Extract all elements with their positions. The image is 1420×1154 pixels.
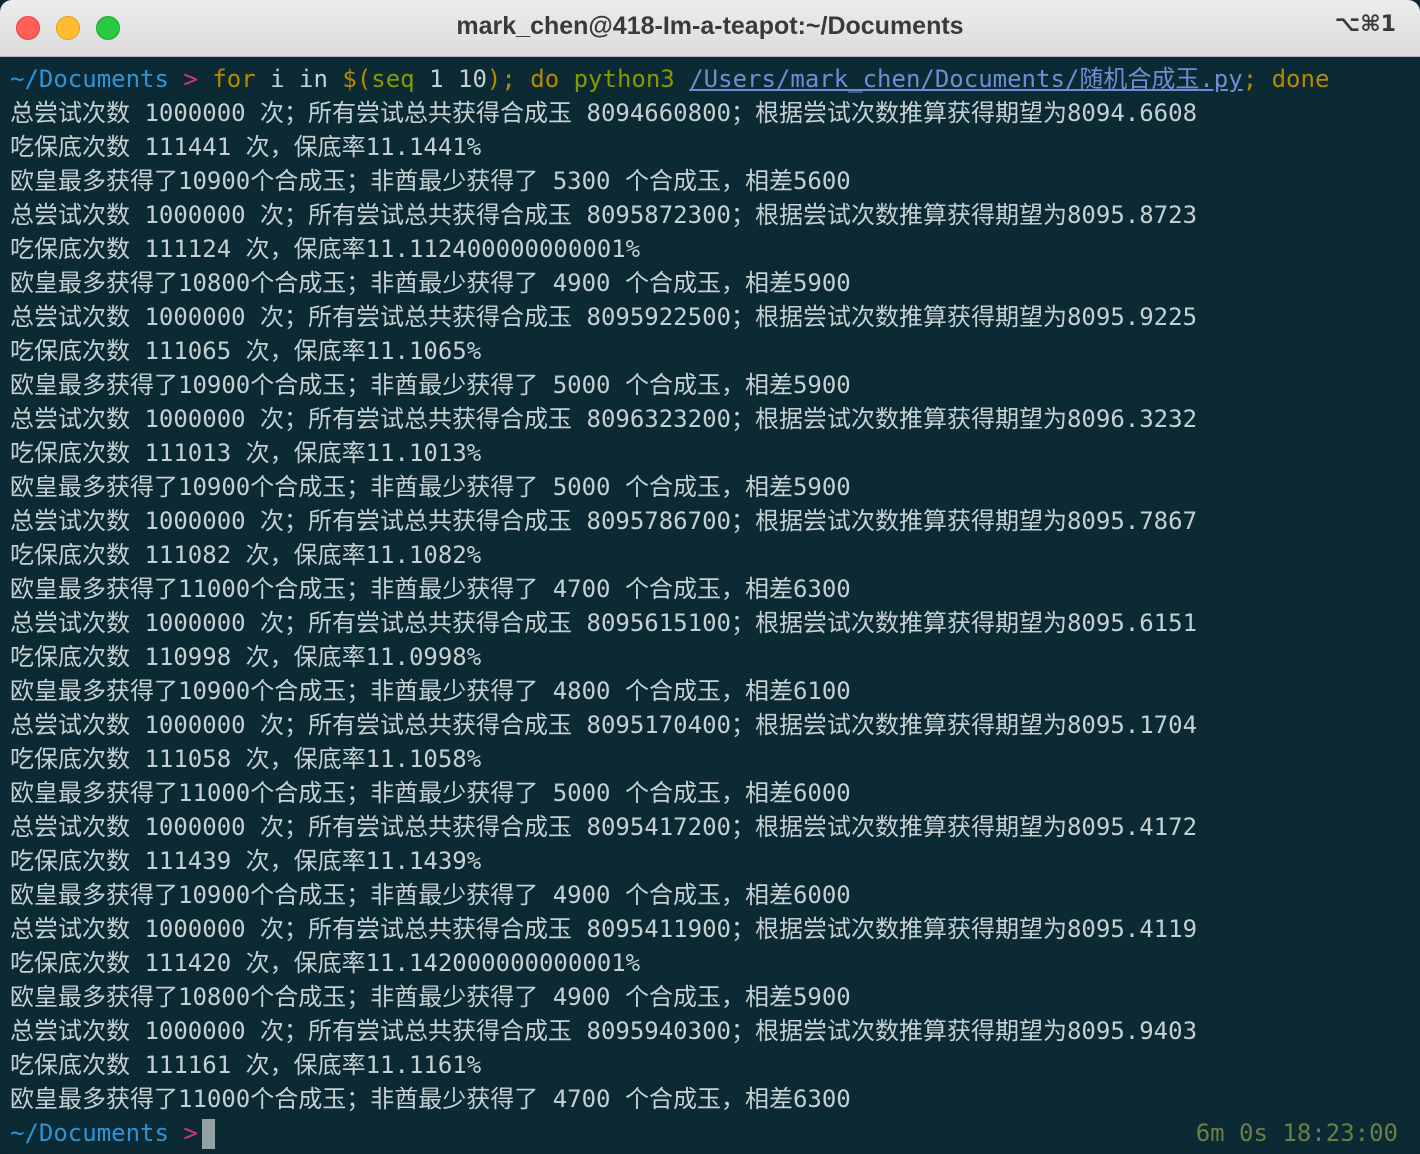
prompt-path: ~/Documents [10,65,169,93]
title-bar[interactable]: mark_chen@418-Im-a-teapot:~/Documents ⌥⌘… [0,0,1420,57]
subst-open: $( [342,65,372,93]
seq-args: 1 10 [414,65,487,93]
output-line: 欧皇最多获得了10900个合成玉；非酋最少获得了 5000 个合成玉，相差590… [10,371,851,399]
python-command: python3 [573,65,675,93]
loop-text: i in [255,65,343,93]
output-line: 欧皇最多获得了10900个合成玉；非酋最少获得了 5300 个合成玉，相差560… [10,167,851,195]
keyword-do: do [530,65,560,93]
output-line: 欧皇最多获得了10800个合成玉；非酋最少获得了 4900 个合成玉，相差590… [10,269,851,297]
output-line: 吃保底次数 111065 次，保底率11.1065% [10,337,482,365]
output-line: 总尝试次数 1000000 次；所有尝试总共获得合成玉 8095411900；根… [10,915,1198,943]
semicolon: ; [1242,65,1258,93]
keyword-done: done [1271,65,1330,93]
script-file-path[interactable]: /Users/mark_chen/Documents/随机合成玉.py [689,65,1242,93]
output-line: 欧皇最多获得了11000个合成玉；非酋最少获得了 4700 个合成玉，相差630… [10,575,851,603]
prompt-path: ~/Documents [10,1119,169,1147]
output-line: 欧皇最多获得了11000个合成玉；非酋最少获得了 5000 个合成玉，相差600… [10,779,851,807]
output-line: 总尝试次数 1000000 次；所有尝试总共获得合成玉 8095872300；根… [10,201,1198,229]
output-line: 总尝试次数 1000000 次；所有尝试总共获得合成玉 8095786700；根… [10,507,1198,535]
output-line: 总尝试次数 1000000 次；所有尝试总共获得合成玉 8095170400；根… [10,711,1198,739]
output-line: 吃保底次数 111420 次，保底率11.142000000000001% [10,949,641,977]
output-line: 吃保底次数 111124 次，保底率11.112400000000001% [10,235,641,263]
text-cursor[interactable] [201,1119,215,1149]
command-line: ~/Documents > for i in $(seq 1 10); do p… [10,62,1410,96]
output-line: 吃保底次数 111441 次，保底率11.1441% [10,133,482,161]
window-title: mark_chen@418-Im-a-teapot:~/Documents [456,12,964,40]
output-line: 总尝试次数 1000000 次；所有尝试总共获得合成玉 8095615100；根… [10,609,1198,637]
subst-close: ); [486,65,516,93]
output-line: 吃保底次数 111013 次，保底率11.1013% [10,439,482,467]
output-line: 总尝试次数 1000000 次；所有尝试总共获得合成玉 8095922500；根… [10,303,1198,331]
output-line: 吃保底次数 111082 次，保底率11.1082% [10,541,482,569]
prompt-arrow: > [183,1119,198,1147]
output-line: 总尝试次数 1000000 次；所有尝试总共获得合成玉 8095417200；根… [10,813,1198,841]
terminal-window: mark_chen@418-Im-a-teapot:~/Documents ⌥⌘… [0,0,1420,1154]
right-prompt-status: 6m 0s 18:23:00 [1195,1119,1398,1147]
output-line: 吃保底次数 111058 次，保底率11.1058% [10,745,482,773]
output-line: 总尝试次数 1000000 次；所有尝试总共获得合成玉 8094660800；根… [10,99,1198,127]
output-line: 吃保底次数 110998 次，保底率11.0998% [10,643,482,671]
output-line: 欧皇最多获得了10900个合成玉；非酋最少获得了 4900 个合成玉，相差600… [10,881,851,909]
output-line: 吃保底次数 111439 次，保底率11.1439% [10,847,482,875]
window-shortcut: ⌥⌘1 [1334,12,1396,37]
prompt-arrow: > [183,65,198,93]
output-line: 吃保底次数 111161 次，保底率11.1161% [10,1051,482,1079]
keyword-for: for [212,65,256,93]
output-line: 总尝试次数 1000000 次；所有尝试总共获得合成玉 8096323200；根… [10,405,1198,433]
seq-command: seq [371,65,415,93]
command-output: 总尝试次数 1000000 次；所有尝试总共获得合成玉 8094660800；根… [10,96,1410,1116]
output-line: 总尝试次数 1000000 次；所有尝试总共获得合成玉 8095940300；根… [10,1017,1198,1045]
output-line: 欧皇最多获得了10900个合成玉；非酋最少获得了 4800 个合成玉，相差610… [10,677,851,705]
output-line: 欧皇最多获得了10800个合成玉；非酋最少获得了 4900 个合成玉，相差590… [10,983,851,1011]
output-line: 欧皇最多获得了10900个合成玉；非酋最少获得了 5000 个合成玉，相差590… [10,473,851,501]
output-line: 欧皇最多获得了11000个合成玉；非酋最少获得了 4700 个合成玉，相差630… [10,1085,851,1113]
terminal-content[interactable]: ~/Documents > for i in $(seq 1 10); do p… [10,62,1410,1152]
prompt-line: ~/Documents >6m 0s 18:23:00 [10,1116,1410,1150]
